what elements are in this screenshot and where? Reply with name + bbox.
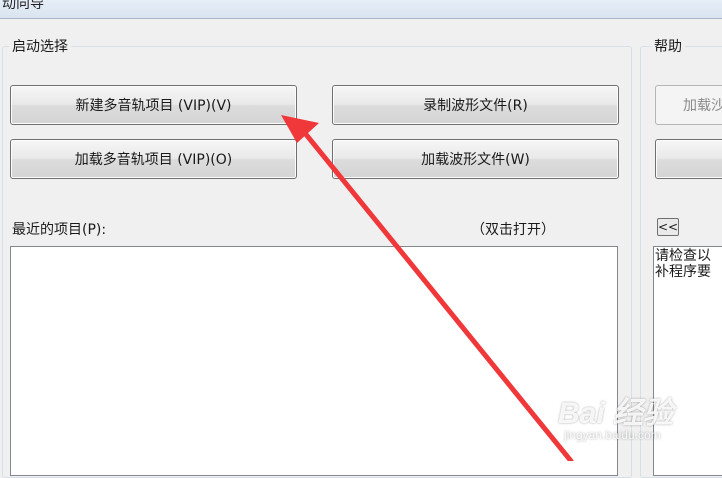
help-second-button[interactable] <box>655 139 722 179</box>
recent-projects-label: 最近的项目(P): <box>12 222 107 238</box>
window-title: 动向导 <box>2 0 44 12</box>
collapse-button[interactable]: << <box>657 218 679 236</box>
help-text-box: 请检查以 补程序要 <box>653 246 722 476</box>
startup-group-label: 启动选择 <box>9 36 71 56</box>
help-text-line: 请检查以 <box>655 248 711 264</box>
help-text-line: 补程序要 <box>655 264 711 280</box>
load-multitrack-button[interactable]: 加载多音轨项目 (VIP)(O) <box>10 139 297 179</box>
load-waveform-button[interactable]: 加载波形文件(W) <box>332 139 619 179</box>
record-waveform-button[interactable]: 录制波形文件(R) <box>332 85 619 125</box>
new-multitrack-button[interactable]: 新建多音轨项目 (VIP)(V) <box>10 85 297 125</box>
recent-projects-list[interactable] <box>10 246 618 476</box>
help-load-button[interactable]: 加载沙 <box>655 85 722 125</box>
double-click-hint: （双击打开） <box>471 222 555 238</box>
title-bar: 动向导 <box>0 0 722 19</box>
help-group-label: 帮助 <box>651 36 685 56</box>
